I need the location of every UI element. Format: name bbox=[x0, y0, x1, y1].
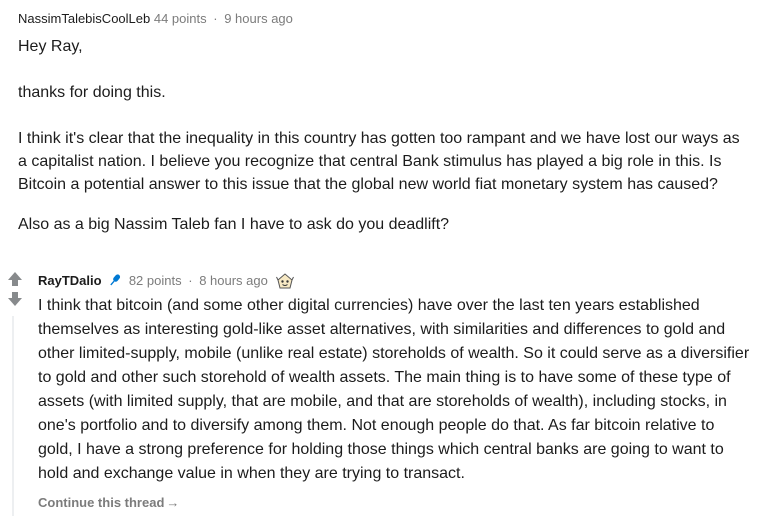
parent-comment-body: Hey Ray, thanks for doing this. I think … bbox=[18, 35, 748, 236]
continue-thread-link[interactable]: Continue this thread → bbox=[38, 495, 750, 510]
downvote-arrow-icon[interactable] bbox=[8, 292, 22, 306]
parent-comment: NassimTalebisCoolLeb 44 points · 9 hours… bbox=[18, 10, 748, 236]
arrow-right-icon: → bbox=[166, 495, 180, 510]
parent-comment-author[interactable]: NassimTalebisCoolLeb bbox=[18, 11, 150, 26]
continue-thread-label: Continue this thread bbox=[38, 495, 165, 510]
parent-comment-paragraph: thanks for doing this. bbox=[18, 84, 166, 101]
upvote-arrow-icon[interactable] bbox=[8, 272, 22, 286]
reply-comment: RayTDalio 82 points · 8 hours ago I thin… bbox=[38, 272, 750, 510]
microphone-icon bbox=[108, 273, 122, 287]
comment-thread: NassimTalebisCoolLeb 44 points · 9 hours… bbox=[0, 0, 759, 524]
reply-comment-time[interactable]: 8 hours ago bbox=[199, 273, 268, 288]
reply-comment-points: 82 points bbox=[128, 273, 182, 288]
reply-comment-body: I think that bitcoin (and some other dig… bbox=[38, 297, 750, 482]
thread-line[interactable] bbox=[12, 316, 14, 516]
parent-comment-paragraph: Also as a big Nassim Taleb fan I have to… bbox=[18, 216, 450, 233]
meta-separator: · bbox=[188, 273, 193, 288]
reply-comment-author[interactable]: RayTDalio bbox=[38, 273, 102, 288]
parent-comment-paragraph: I think it's clear that the inequality i… bbox=[18, 130, 740, 193]
parent-comment-meta: NassimTalebisCoolLeb 44 points · 9 hours… bbox=[18, 10, 748, 28]
reply-vote-column bbox=[6, 272, 24, 306]
meta-separator: · bbox=[213, 11, 218, 26]
wholesome-award-icon[interactable] bbox=[275, 272, 295, 290]
parent-comment-time[interactable]: 9 hours ago bbox=[224, 11, 293, 26]
reply-comment-meta: RayTDalio 82 points · 8 hours ago bbox=[38, 272, 750, 290]
parent-comment-paragraph: Hey Ray, bbox=[18, 38, 83, 55]
parent-comment-points: 44 points bbox=[153, 11, 207, 26]
